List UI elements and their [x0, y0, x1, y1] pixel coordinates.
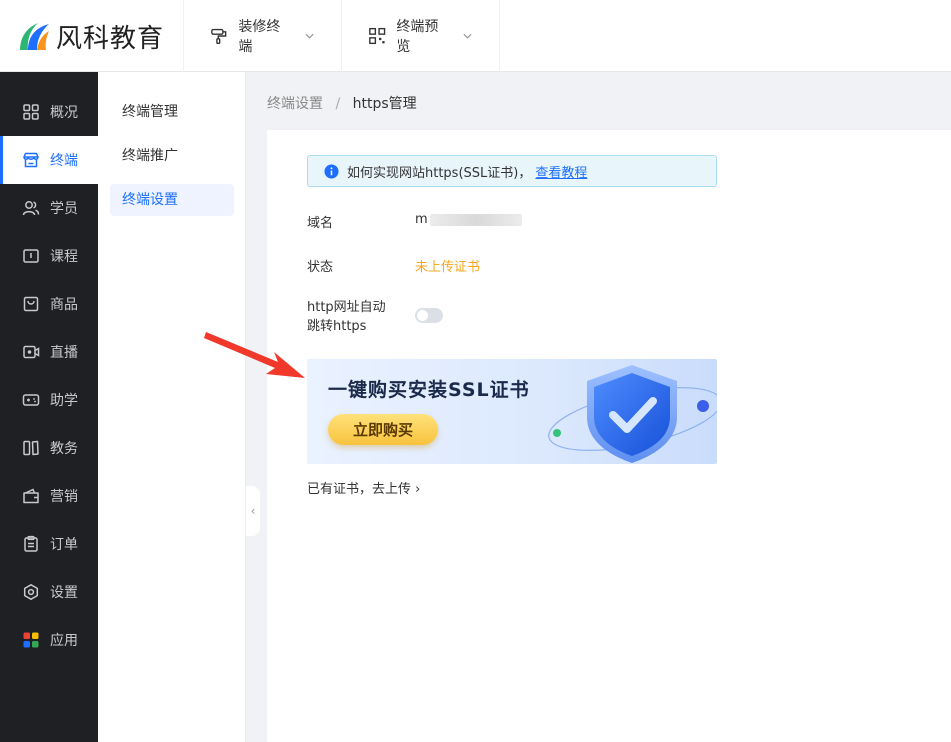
sidebar-item-overview[interactable]: 概况 — [0, 88, 98, 136]
qr-code-icon — [369, 27, 386, 45]
info-icon — [324, 163, 339, 179]
redirect-label-line2: 跳转https — [307, 319, 367, 334]
breadcrumb-current: https管理 — [352, 96, 417, 112]
buy-now-button[interactable]: 立即购买 — [328, 414, 438, 445]
sidebar-item-label: 教务 — [50, 441, 78, 457]
sidebar-item-products[interactable]: 商品 — [0, 280, 98, 328]
https-redirect-toggle[interactable] — [415, 308, 443, 323]
sidebar-item-marketing[interactable]: 营销 — [0, 472, 98, 520]
live-icon — [23, 345, 40, 359]
submenu-item-terminal-management[interactable]: 终端管理 — [110, 96, 234, 128]
sidebar-item-apps[interactable]: 应用 — [0, 616, 98, 664]
nav-label: 终端预览 — [396, 19, 439, 55]
status-label: 状态 — [307, 260, 334, 275]
store-icon — [23, 152, 39, 168]
book-icon — [23, 440, 39, 456]
domain-label: 域名 — [307, 216, 334, 231]
sidebar-item-settings[interactable]: 设置 — [0, 568, 98, 616]
sidebar-item-label: 概况 — [50, 105, 78, 121]
info-alert: 如何实现网站https(SSL证书)， 查看教程 — [307, 155, 717, 187]
sidebar-item-courses[interactable]: 课程 — [0, 232, 98, 280]
sidebar-item-orders[interactable]: 订单 — [0, 520, 98, 568]
status-value: 未上传证书 — [415, 260, 481, 275]
breadcrumb-parent[interactable]: 终端设置 — [267, 96, 323, 112]
chevron-left-icon: ‹ — [250, 504, 256, 518]
apps-icon — [23, 632, 39, 648]
https-settings-card: 如何实现网站https(SSL证书)， 查看教程 域名 m 状态 未上传证书 h… — [267, 130, 951, 742]
brand-name: 风科教育 — [56, 23, 165, 54]
upload-certificate-link[interactable]: 已有证书，去上传 › — [307, 478, 420, 497]
sidebar-item-label: 直播 — [50, 345, 78, 361]
sidebar-item-academic[interactable]: 教务 — [0, 424, 98, 472]
logo-icon — [20, 23, 49, 50]
submenu-item-terminal-settings[interactable]: 终端设置 — [110, 184, 234, 216]
grid-icon — [23, 104, 39, 120]
chevron-down-icon — [305, 33, 314, 39]
secondary-sidebar: 终端管理 终端推广 终端设置 — [98, 72, 246, 742]
security-shield-icon — [548, 365, 717, 463]
submenu-item-terminal-promotion[interactable]: 终端推广 — [110, 140, 234, 172]
gamepad-icon — [22, 394, 40, 406]
domain-text: m — [415, 212, 428, 227]
course-icon — [23, 249, 39, 263]
sidebar-item-label: 营销 — [50, 489, 78, 505]
top-header: 风科教育 装修终端 终端预览 — [0, 0, 951, 72]
wallet-icon — [23, 488, 39, 504]
nav-decorate-terminal[interactable]: 装修终端 — [184, 0, 342, 72]
chevron-down-icon — [463, 33, 472, 39]
sidebar-item-label: 终端 — [50, 153, 78, 169]
sidebar-item-assist[interactable]: 助学 — [0, 376, 98, 424]
breadcrumb: 终端设置 / https管理 — [267, 93, 417, 113]
clipboard-icon — [24, 535, 38, 552]
redirect-label: http网址自动 跳转https — [307, 298, 386, 336]
brand-logo[interactable]: 风科教育 — [0, 0, 184, 72]
sidebar-item-label: 应用 — [50, 633, 78, 649]
sidebar-item-label: 助学 — [50, 393, 78, 409]
redirect-label-line1: http网址自动 — [307, 300, 386, 315]
domain-value: m — [415, 212, 522, 227]
sidebar-item-live[interactable]: 直播 — [0, 328, 98, 376]
view-tutorial-link[interactable]: 查看教程 — [535, 162, 587, 181]
paint-roller-icon — [211, 28, 227, 45]
sidebar-item-label: 商品 — [50, 297, 78, 313]
info-text: 如何实现网站https(SSL证书)， — [347, 165, 532, 181]
nav-label: 装修终端 — [238, 19, 281, 55]
main-sidebar: 概况 终端 学员 课程 商品 直播 助学 教务 营销 订单 设置 应用 — [0, 72, 98, 742]
nav-terminal-preview[interactable]: 终端预览 — [342, 0, 500, 72]
sidebar-item-terminal[interactable]: 终端 — [0, 136, 98, 184]
red-arrow-annotation-icon — [204, 332, 305, 378]
sidebar-item-label: 设置 — [50, 585, 78, 601]
sidebar-item-label: 课程 — [50, 249, 78, 265]
sidebar-item-students[interactable]: 学员 — [0, 184, 98, 232]
sidebar-item-label: 订单 — [50, 537, 78, 553]
bag-icon — [23, 296, 39, 312]
collapse-sidebar-handle[interactable]: ‹ — [246, 486, 260, 536]
gear-icon — [23, 584, 39, 600]
banner-title: 一键购买安装SSL证书 — [328, 379, 530, 401]
redacted-domain-blur — [429, 213, 522, 226]
users-icon — [22, 201, 40, 216]
breadcrumb-separator: / — [335, 96, 341, 112]
ssl-purchase-banner[interactable]: 一键购买安装SSL证书 立即购买 — [307, 359, 717, 464]
sidebar-item-label: 学员 — [50, 201, 78, 217]
